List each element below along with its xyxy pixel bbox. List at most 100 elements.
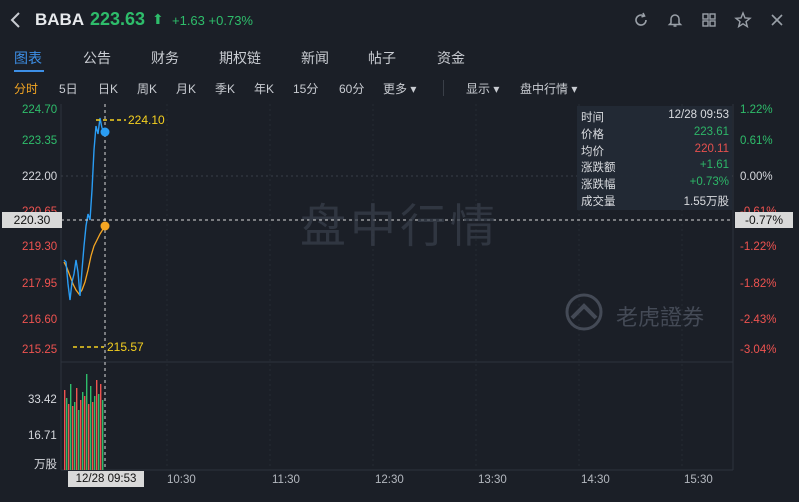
period-15min[interactable]: 15分	[293, 80, 318, 97]
info-value: 12/28 09:53	[668, 109, 729, 121]
volume-axis-label: 33.42	[28, 394, 57, 406]
right-axis-label: -1.22%	[740, 241, 776, 253]
period-intraday[interactable]: 分时	[14, 80, 38, 97]
info-row: 成交量 1.55万股	[581, 193, 729, 210]
volume-bar	[102, 400, 104, 470]
volume-axis-label: 16.71	[28, 430, 57, 442]
left-axis-label: 224.70	[22, 104, 57, 116]
left-axis-label: 216.60	[22, 314, 57, 326]
bell-icon[interactable]	[666, 11, 684, 29]
volume-bar	[100, 384, 102, 470]
right-axis-label: -1.82%	[740, 278, 776, 290]
info-key: 时间	[581, 112, 604, 124]
info-key: 均价	[581, 145, 604, 158]
price-line	[63, 117, 106, 301]
volume-axis: 33.42 16.71 万股	[28, 394, 57, 471]
time-axis-label: 14:30	[581, 474, 610, 486]
active-tab-underline	[14, 70, 44, 72]
left-price-axis: 224.70 223.35 222.00 220.65 219.30 217.9…	[22, 104, 57, 356]
right-pct-axis: 1.22% 0.61% 0.00% -0.61% -1.22% -1.82% -…	[740, 104, 776, 356]
volume-bar	[86, 374, 88, 470]
volume-bar	[68, 404, 70, 470]
period-5day[interactable]: 5日	[59, 80, 78, 97]
toolbar-divider	[443, 80, 444, 96]
right-axis-label: 1.22%	[740, 104, 773, 116]
period-yearly-k[interactable]: 年K	[254, 80, 274, 97]
volume-bar	[80, 400, 82, 470]
info-row: 均价 220.11	[581, 143, 729, 160]
info-value: 220.11	[694, 142, 729, 155]
info-row: 涨跌额 +1.61	[581, 159, 729, 176]
period-daily-k[interactable]: 日K	[98, 80, 118, 97]
info-row: 时间 12/28 09:53	[581, 109, 729, 126]
tab-chart[interactable]: 图表	[14, 48, 42, 68]
time-axis-label: 13:30	[478, 474, 507, 486]
grid-icon[interactable]	[700, 11, 718, 29]
tab-announcements[interactable]: 公告	[83, 48, 111, 68]
volume-bar	[78, 410, 80, 470]
time-axis-label: 15:30	[684, 474, 713, 486]
right-axis-label: -2.43%	[740, 314, 776, 326]
tiger-logo-icon	[562, 292, 610, 332]
close-icon[interactable]	[768, 11, 786, 29]
avg-dot	[100, 221, 110, 231]
right-axis-label: 0.00%	[740, 171, 773, 183]
volume-bar	[94, 396, 96, 470]
up-arrow-icon: ⬆	[152, 11, 164, 27]
period-more-dropdown[interactable]: 更多 ▾	[383, 80, 416, 97]
volume-bar	[84, 396, 86, 470]
tab-financials[interactable]: 财务	[151, 48, 179, 68]
current-price: 223.63	[90, 9, 146, 29]
info-key: 涨跌幅	[581, 179, 616, 192]
info-value: 1.55万股	[683, 196, 729, 208]
tab-posts[interactable]: 帖子	[368, 48, 396, 68]
info-value: 223.61	[693, 125, 729, 138]
volume-bar	[88, 404, 90, 470]
volume-bar	[72, 406, 74, 470]
period-monthly-k[interactable]: 月K	[176, 80, 196, 97]
period-weekly-k[interactable]: 周K	[137, 80, 157, 97]
volume-unit-label: 万股	[34, 458, 57, 471]
price-dot	[100, 127, 110, 137]
high-price-label: 224.10	[128, 113, 165, 127]
period-quarterly-k[interactable]: 季K	[215, 80, 235, 97]
volume-bar	[66, 398, 68, 470]
info-key: 成交量	[581, 196, 616, 208]
volume-bars	[64, 374, 104, 470]
stock-symbol: BABA	[35, 10, 85, 29]
tab-news[interactable]: 新闻	[301, 48, 329, 68]
volume-bar	[74, 402, 76, 470]
left-axis-label: 217.95	[22, 278, 57, 290]
time-axis-label: 10:30	[167, 474, 196, 486]
time-axis-label: 12:30	[375, 474, 404, 486]
price-change: +1.63 +0.73%	[172, 13, 253, 28]
volume-bar	[70, 384, 72, 470]
volume-bar	[82, 392, 84, 470]
period-60min[interactable]: 60分	[339, 80, 364, 97]
star-icon[interactable]	[734, 11, 752, 29]
right-axis-label: -3.04%	[740, 344, 776, 356]
crosshair-price-tag: 220.30	[2, 212, 62, 228]
left-axis-label: 222.00	[22, 171, 57, 183]
watermark-text: 盘中行情	[300, 200, 500, 252]
tab-options-chain[interactable]: 期权链	[219, 48, 261, 68]
right-axis-label: 0.61%	[740, 135, 773, 147]
volume-bar	[96, 380, 98, 470]
intraday-quote-dropdown[interactable]: 盘中行情 ▾	[520, 80, 577, 97]
back-icon[interactable]	[8, 11, 24, 29]
info-value: +1.61	[699, 159, 729, 172]
tab-capital-flow[interactable]: 资金	[437, 48, 465, 68]
crosshair-info-panel: 时间 12/28 09:53 价格 223.61 均价 220.11 涨跌额 +1.61 涨跌幅…	[577, 106, 732, 210]
brand-watermark: 老虎證券	[616, 305, 705, 330]
display-dropdown[interactable]: 显示 ▾	[466, 80, 499, 97]
info-key: 涨跌额	[581, 162, 616, 175]
volume-bar	[76, 388, 78, 470]
volume-bar	[92, 402, 94, 470]
main-tabs: 图表 公告 财务 期权链 新闻 帖子 资金	[0, 44, 799, 72]
refresh-icon[interactable]	[632, 11, 650, 29]
time-axis-label: 11:30	[272, 474, 300, 486]
info-value: +0.73%	[689, 176, 729, 189]
left-axis-label: 223.35	[22, 135, 57, 147]
low-price-label: 215.57	[107, 340, 144, 354]
volume-bar	[64, 390, 66, 470]
